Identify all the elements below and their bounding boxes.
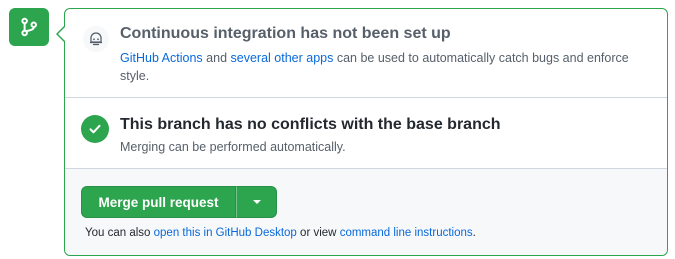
merge-button-group: Merge pull request [81, 186, 277, 218]
merge-action-section: Merge pull request You can also open thi… [65, 169, 667, 255]
merge-pull-request-button[interactable]: Merge pull request [81, 186, 236, 218]
merge-panel: Continuous integration has not been set … [56, 8, 668, 256]
open-desktop-link[interactable]: open this in GitHub Desktop [154, 227, 297, 239]
git-branch-icon [9, 8, 49, 46]
merge-status-section: This branch has no conflicts with the ba… [65, 98, 667, 169]
ci-description: GitHub Actions and several other apps ca… [120, 49, 640, 85]
note-prefix: You can also [85, 227, 151, 239]
note-middle: or view [300, 227, 337, 239]
ci-section: Continuous integration has not been set … [65, 9, 667, 98]
check-circle-icon [81, 115, 109, 143]
ci-text-and: and [206, 51, 228, 65]
ci-title: Continuous integration has not been set … [120, 25, 451, 42]
merge-box-root: Continuous integration has not been set … [0, 0, 675, 259]
note-suffix: . [472, 227, 476, 239]
github-actions-link[interactable]: GitHub Actions [120, 51, 203, 65]
robot-icon [83, 26, 109, 52]
merge-alternatives-note: You can also open this in GitHub Desktop… [85, 227, 476, 239]
other-apps-link[interactable]: several other apps [231, 51, 334, 65]
chevron-down-icon [252, 200, 261, 204]
merge-options-dropdown[interactable] [236, 186, 277, 218]
cli-instructions-link[interactable]: command line instructions [340, 227, 473, 239]
status-title: This branch has no conflicts with the ba… [120, 116, 501, 133]
status-description: Merging can be performed automatically. [120, 140, 346, 154]
